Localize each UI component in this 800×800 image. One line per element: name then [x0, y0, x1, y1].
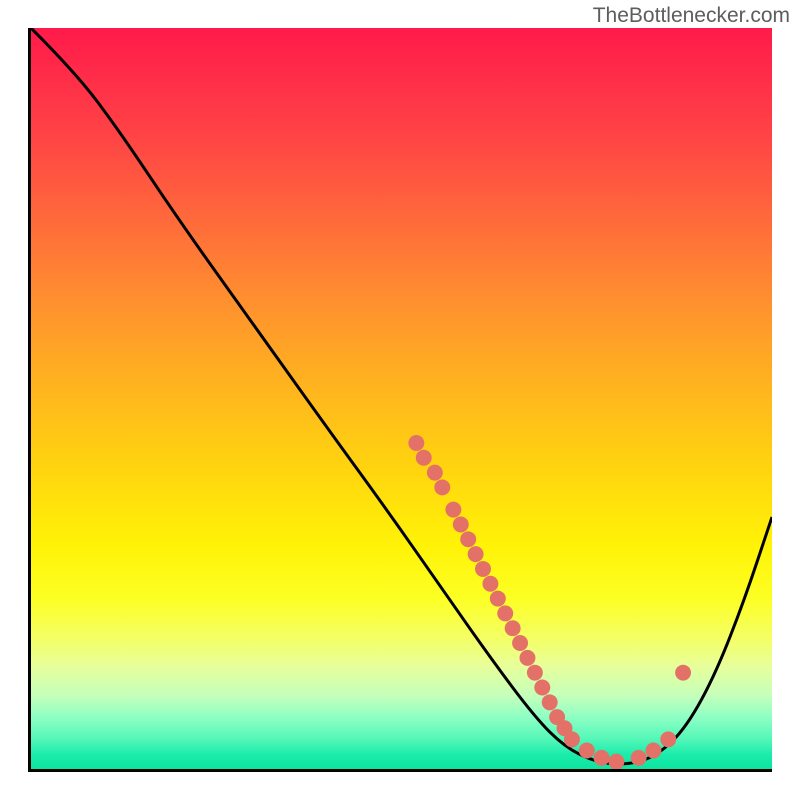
chart-curve-svg: [31, 28, 772, 769]
chart-marker: [534, 680, 550, 696]
chart-marker: [608, 754, 624, 769]
chart-marker: [408, 435, 424, 451]
chart-marker: [445, 502, 461, 518]
chart-marker: [505, 620, 521, 636]
chart-marker: [527, 665, 543, 681]
chart-curve: [31, 28, 772, 764]
chart-marker: [482, 576, 498, 592]
chart-marker: [660, 731, 676, 747]
chart-marker: [594, 750, 610, 766]
chart-marker: [564, 731, 580, 747]
chart-marker: [490, 591, 506, 607]
chart-marker: [468, 546, 484, 562]
chart-marker: [427, 465, 443, 481]
chart-marker: [645, 743, 661, 759]
attribution-label: TheBottlenecker.com: [593, 4, 790, 28]
chart-marker: [475, 561, 491, 577]
chart-marker: [453, 517, 469, 533]
chart-marker: [542, 694, 558, 710]
chart-plot-area: [28, 28, 772, 772]
chart-marker: [512, 635, 528, 651]
chart-marker: [675, 665, 691, 681]
chart-marker: [497, 605, 513, 621]
chart-marker: [460, 531, 476, 547]
chart-marker: [416, 450, 432, 466]
chart-marker: [579, 743, 595, 759]
chart-marker: [434, 479, 450, 495]
chart-marker: [520, 650, 536, 666]
chart-marker: [631, 750, 647, 766]
